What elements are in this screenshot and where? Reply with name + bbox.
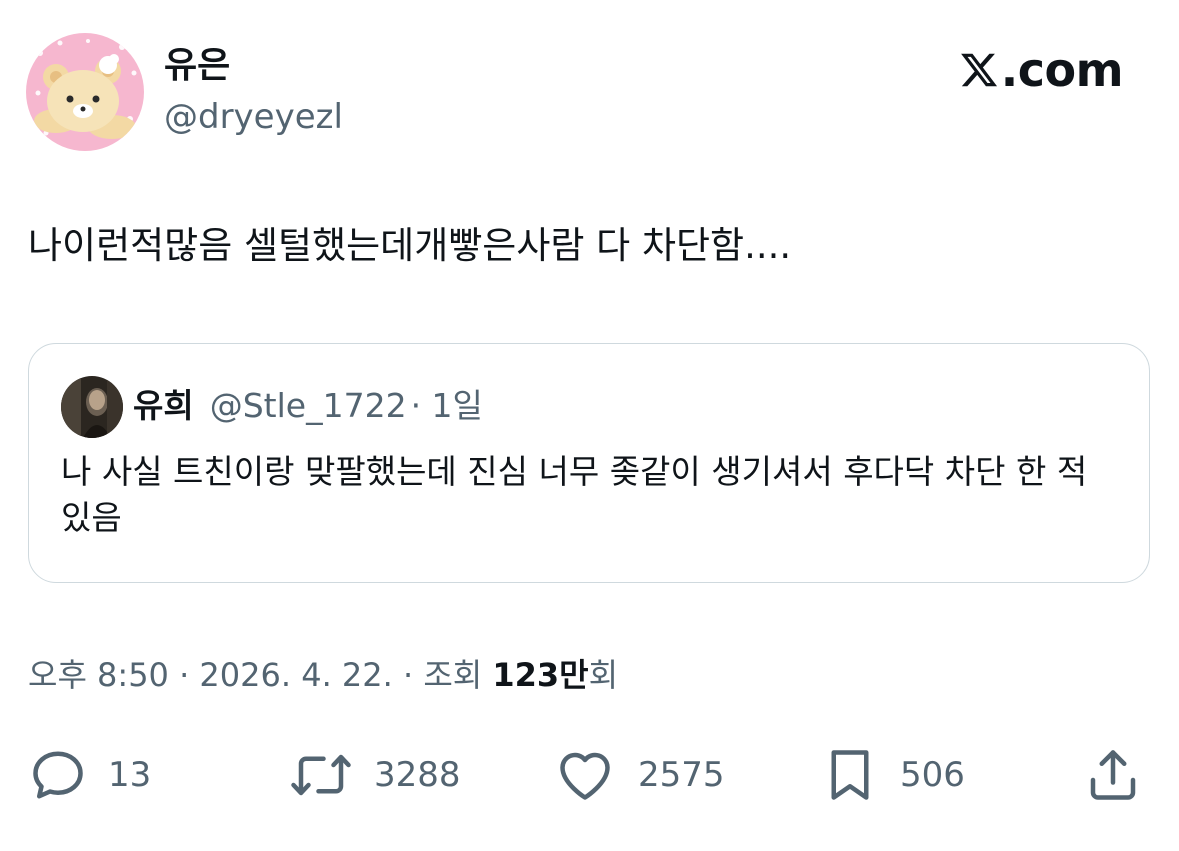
- author-avatar[interactable]: [26, 33, 144, 151]
- photo-avatar-icon: [61, 376, 123, 438]
- like-count: 2575: [638, 755, 725, 795]
- retweet-count: 3288: [374, 755, 461, 795]
- author-handle[interactable]: @dryeyezl: [164, 96, 343, 138]
- timestamp-text[interactable]: 오후 8:50 · 2026. 4. 22. · 조회: [28, 656, 492, 694]
- quote-header: 유희 @Stle_1722 · 1일: [133, 384, 483, 428]
- views-count: 123만: [492, 656, 589, 694]
- quote-display-name[interactable]: 유희: [133, 384, 194, 428]
- quote-avatar[interactable]: [61, 376, 123, 438]
- tweet-actions: 13 3288 2575 506: [0, 735, 1179, 815]
- x-logo-icon: [960, 53, 997, 87]
- reply-count: 13: [108, 755, 152, 795]
- brand-logo: .com: [959, 42, 1124, 98]
- quote-handle[interactable]: @Stle_1722: [210, 384, 407, 428]
- views-suffix: 회: [588, 656, 619, 694]
- retweet-button[interactable]: 3288: [288, 735, 461, 815]
- tweet-timestamp: 오후 8:50 · 2026. 4. 22. · 조회 123만회: [28, 653, 618, 697]
- heart-icon: [560, 752, 610, 800]
- share-icon: [1090, 750, 1136, 800]
- reply-button[interactable]: 13: [28, 735, 151, 815]
- bear-avatar-icon: [26, 33, 144, 151]
- reply-icon: [33, 751, 83, 799]
- brand-text: .com: [1000, 43, 1124, 97]
- share-button[interactable]: [1083, 735, 1143, 815]
- quoted-tweet-card[interactable]: 유희 @Stle_1722 · 1일 나 사실 트친이랑 맞팔했는데 진심 너무…: [28, 343, 1150, 583]
- like-button[interactable]: 2575: [552, 735, 725, 815]
- retweet-icon: [291, 754, 351, 796]
- tweet-text: 나이런적많음 셀털했는데개빻은사람 다 차단함....: [28, 224, 792, 267]
- author-display-name[interactable]: 유은: [164, 44, 230, 88]
- quote-text: 나 사실 트친이랑 맞팔했는데 진심 너무 좆같이 생기셔서 후다닥 차단 한 …: [61, 452, 1088, 537]
- bookmark-count: 506: [900, 755, 965, 795]
- bookmark-button[interactable]: 506: [820, 735, 965, 815]
- quote-age: · 1일: [410, 386, 483, 425]
- bookmark-icon: [831, 750, 869, 800]
